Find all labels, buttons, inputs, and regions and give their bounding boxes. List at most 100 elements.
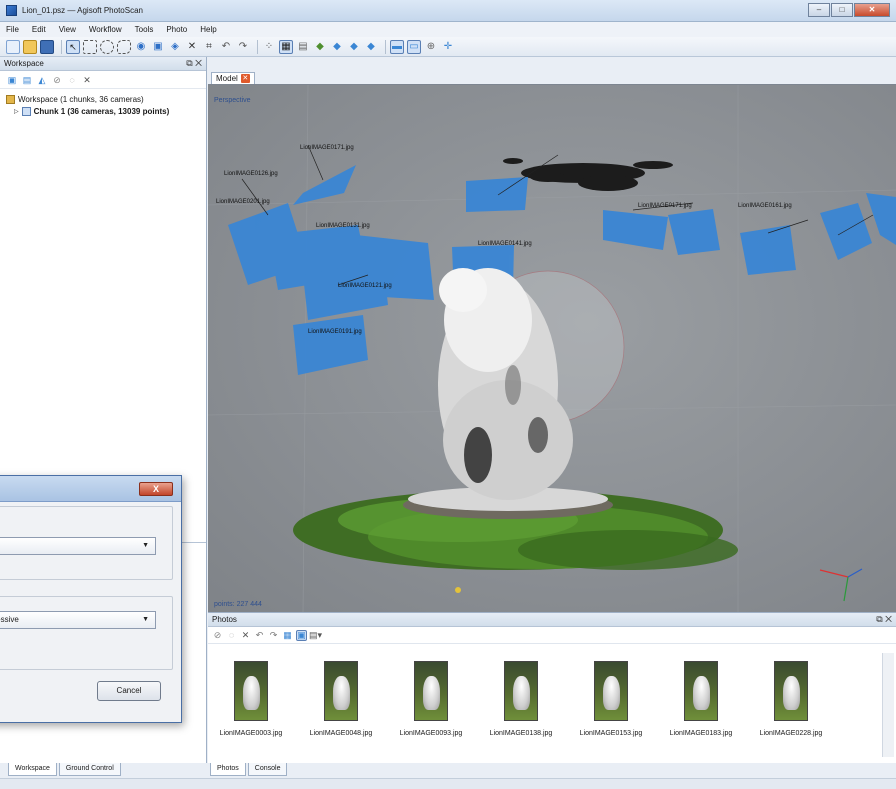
rect-select-icon[interactable] bbox=[83, 39, 97, 54]
wireframe-icon[interactable]: ▦ bbox=[279, 39, 293, 54]
disable-icon[interactable]: ◌ bbox=[66, 74, 78, 86]
camera-plane[interactable] bbox=[740, 225, 796, 275]
cancel-button[interactable]: Cancel bbox=[97, 681, 161, 701]
large-icons-icon[interactable]: ▣ bbox=[296, 629, 307, 641]
menu-file[interactable]: File bbox=[6, 25, 19, 34]
menu-workflow[interactable]: Workflow bbox=[89, 25, 122, 34]
pane-controls[interactable]: ⧉ ✕ bbox=[186, 58, 202, 69]
photo-thumbnail[interactable]: LionIMAGE0153.jpg bbox=[568, 661, 654, 737]
menu-edit[interactable]: Edit bbox=[32, 25, 46, 34]
chunk-label: Chunk 1 (36 cameras, 13039 points) bbox=[33, 106, 170, 116]
camera-label: LionIMAGE0131.jpg bbox=[316, 223, 370, 229]
navigation-icon[interactable]: ↖ bbox=[66, 39, 80, 54]
points-count-label: points: 227 444 bbox=[214, 601, 262, 608]
expand-arrow-icon[interactable]: ▷ bbox=[14, 108, 19, 115]
menu-view[interactable]: View bbox=[59, 25, 76, 34]
show-markers-icon[interactable]: ⊕ bbox=[424, 40, 438, 54]
camera-plane[interactable] bbox=[293, 165, 356, 205]
rotate-right-icon[interactable]: ↷ bbox=[268, 630, 279, 641]
move-region-icon[interactable]: ▣ bbox=[151, 40, 165, 54]
enable-photo-icon[interactable]: ⊘ bbox=[212, 630, 223, 641]
close-button[interactable]: ✕ bbox=[854, 3, 890, 17]
show-cameras-icon[interactable]: ▬ bbox=[390, 39, 404, 54]
photo-thumbnail[interactable]: LionIMAGE0183.jpg bbox=[658, 661, 744, 737]
pane-controls[interactable]: ⧉ ✕ bbox=[876, 614, 892, 625]
photo-thumbnail[interactable]: LionIMAGE0003.jpg bbox=[208, 661, 294, 737]
show-region-icon[interactable]: ▭ bbox=[407, 39, 421, 54]
enable-icon[interactable]: ⊘ bbox=[51, 74, 63, 86]
photo-thumbnail[interactable]: LionIMAGE0228.jpg bbox=[748, 661, 834, 737]
camera-plane[interactable] bbox=[293, 315, 368, 375]
remove-icon[interactable]: ✕ bbox=[81, 74, 93, 86]
tab-console[interactable]: Console bbox=[247, 763, 288, 776]
photo-image bbox=[684, 661, 718, 721]
menu-photo[interactable]: Photo bbox=[166, 25, 187, 34]
grass-base bbox=[293, 487, 738, 593]
disable-photo-icon[interactable]: ◌ bbox=[226, 630, 237, 641]
tree-workspace-root[interactable]: Workspace (1 chunks, 36 cameras) bbox=[6, 93, 200, 105]
add-photos-icon[interactable]: ▤ bbox=[21, 74, 33, 86]
view-options-icon[interactable]: ▤▾ bbox=[309, 630, 322, 641]
camera-plane[interactable] bbox=[820, 203, 872, 260]
photo-image bbox=[774, 661, 808, 721]
photo-thumbnail[interactable]: LionIMAGE0138.jpg bbox=[478, 661, 564, 737]
tab-close-icon[interactable]: ✕ bbox=[240, 74, 250, 83]
model-viewport[interactable]: Perspective points: 227 444 LionIMAGE017… bbox=[208, 84, 896, 612]
photo-thumbnail[interactable]: LionIMAGE0048.jpg bbox=[298, 661, 384, 737]
open-folder-icon[interactable] bbox=[23, 39, 37, 54]
tab-ground-control[interactable]: Ground Control bbox=[58, 763, 121, 776]
add-chunk-icon[interactable]: ▣ bbox=[6, 74, 18, 86]
tab-photos[interactable]: Photos bbox=[210, 763, 246, 776]
quality-select[interactable]: gh ▼ bbox=[0, 537, 156, 555]
menu-bar: File Edit View Workflow Tools Photo Help bbox=[0, 22, 896, 37]
crop-selection-icon[interactable]: ⌗ bbox=[202, 40, 216, 54]
workspace-toolbar: ▣ ▤ ◭ ⊘ ◌ ✕ bbox=[0, 71, 206, 89]
save-icon[interactable] bbox=[40, 39, 54, 54]
rotate-object-icon[interactable]: ◉ bbox=[134, 40, 148, 54]
circle-select-icon[interactable] bbox=[100, 39, 114, 54]
tree-chunk[interactable]: ▷ Chunk 1 (36 cameras, 13039 points) bbox=[6, 105, 200, 117]
camera-label: LionIMAGE0171.jpg bbox=[638, 203, 692, 209]
redo-icon[interactable]: ↷ bbox=[236, 40, 250, 54]
photo-filename: LionIMAGE0048.jpg bbox=[309, 730, 373, 737]
maximize-button[interactable]: □ bbox=[831, 3, 853, 17]
camera-plane[interactable] bbox=[603, 210, 668, 250]
rotate-left-icon[interactable]: ↶ bbox=[254, 630, 265, 641]
caption-buttons: – □ ✕ bbox=[807, 3, 890, 17]
camera-plane[interactable] bbox=[866, 193, 896, 245]
minimize-button[interactable]: – bbox=[808, 3, 830, 17]
right-dock-tabs: Photos Console bbox=[210, 763, 289, 778]
tab-model[interactable]: Model ✕ bbox=[211, 72, 255, 84]
projection-label: Perspective bbox=[214, 97, 251, 104]
camera-plane[interactable] bbox=[668, 209, 720, 255]
new-file-icon[interactable] bbox=[6, 39, 20, 54]
dense-cloud-icon[interactable]: ◆ bbox=[347, 40, 361, 54]
menu-tools[interactable]: Tools bbox=[135, 25, 154, 34]
workspace-header: Workspace ⧉ ✕ bbox=[0, 57, 206, 71]
photo-thumbnail[interactable]: LionIMAGE0093.jpg bbox=[388, 661, 474, 737]
window-title: Lion_01.psz — Agisoft PhotoScan bbox=[22, 6, 143, 15]
photos-scrollbar[interactable] bbox=[882, 653, 894, 757]
add-folder-icon[interactable]: ◭ bbox=[36, 74, 48, 86]
grid-view-icon[interactable]: ▦ bbox=[282, 630, 293, 641]
free-select-icon[interactable] bbox=[117, 39, 131, 54]
undo-icon[interactable]: ↶ bbox=[219, 40, 233, 54]
menu-help[interactable]: Help bbox=[200, 25, 216, 34]
remove-photo-icon[interactable]: ✕ bbox=[240, 630, 251, 641]
camera-label: LionIMAGE0121.jpg bbox=[338, 283, 392, 289]
tab-workspace[interactable]: Workspace bbox=[8, 763, 57, 776]
delete-selection-icon[interactable]: ✕ bbox=[185, 40, 199, 54]
camera-label: LionIMAGE0161.jpg bbox=[738, 203, 792, 209]
solid-icon[interactable]: ▤ bbox=[296, 40, 310, 54]
main-toolbar: ↖ ◉ ▣ ◈ ✕ ⌗ ↶ ↷ ⁘ ▦ ▤ ◆ ◆ ◆ ◆ ▬ ▭ ⊕ ✛ bbox=[0, 37, 896, 57]
shaded-icon[interactable]: ◆ bbox=[330, 40, 344, 54]
resize-region-icon[interactable]: ◈ bbox=[168, 40, 182, 54]
reset-view-icon[interactable]: ✛ bbox=[441, 40, 455, 54]
tiled-model-icon[interactable]: ◆ bbox=[364, 40, 378, 54]
camera-plane[interactable] bbox=[466, 177, 528, 212]
mode-select[interactable]: gressive ▼ bbox=[0, 611, 156, 629]
textured-icon[interactable]: ◆ bbox=[313, 40, 327, 54]
point-cloud-icon[interactable]: ⁘ bbox=[262, 40, 276, 54]
photo-filename: LionIMAGE0138.jpg bbox=[489, 730, 553, 737]
dialog-close-button[interactable]: X bbox=[139, 482, 173, 496]
